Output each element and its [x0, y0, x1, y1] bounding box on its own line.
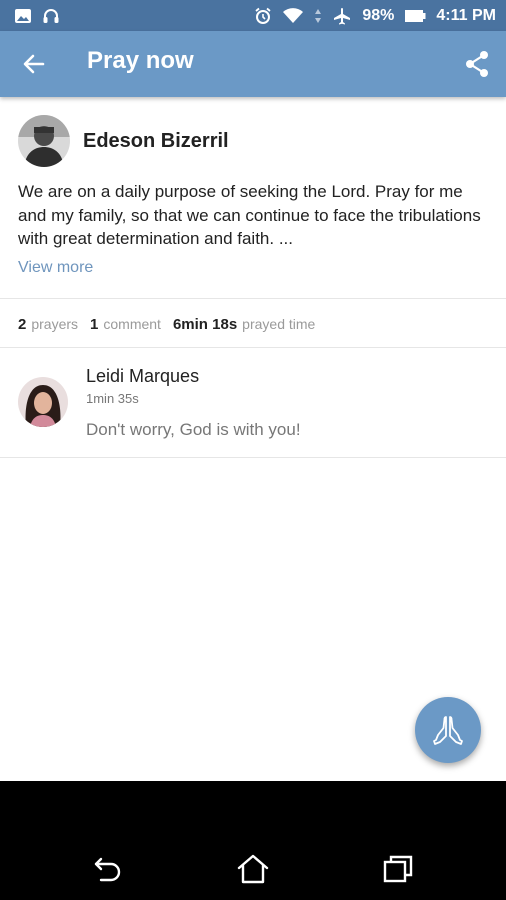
- prayers-count: 2: [18, 316, 27, 333]
- prayed-time-value: 6min 18s: [172, 316, 238, 333]
- comment-text: Don't worry, God is with you!: [86, 420, 301, 439]
- nav-home-button[interactable]: [236, 853, 270, 890]
- airplane-icon: [332, 7, 352, 25]
- praying-hands-icon: [433, 716, 463, 745]
- comments-count: 1: [90, 316, 99, 333]
- prayer-request-text: We are on a daily purpose of seeking the…: [18, 182, 481, 248]
- author-name[interactable]: Edeson Bizerril: [83, 130, 229, 153]
- comments-label: comment: [103, 316, 161, 332]
- back-button[interactable]: [22, 52, 46, 76]
- divider: [0, 347, 506, 348]
- comment-item: Leidi Marques 1min 35s Don't worry, God …: [0, 349, 506, 457]
- prayer-stats: 2 prayers 1 comment 6min 18s prayed time: [18, 316, 315, 333]
- status-bar-right: 98% 4:11 PM: [254, 7, 496, 25]
- nav-recents-button[interactable]: [382, 853, 414, 890]
- arrow-left-icon: [23, 54, 45, 74]
- author-photo: [18, 115, 70, 167]
- view-more-link[interactable]: View more: [18, 259, 93, 277]
- wifi-icon: [282, 7, 304, 24]
- alarm-icon: [254, 7, 272, 25]
- status-bar: 98% 4:11 PM: [0, 0, 506, 31]
- post-header: Edeson Bizerril: [18, 114, 229, 168]
- prayers-label: prayers: [31, 316, 79, 332]
- commenter-photo: [18, 377, 68, 427]
- clock: 4:11 PM: [436, 6, 496, 24]
- app-toolbar: Pray now: [0, 31, 506, 97]
- home-nav-icon: [237, 854, 269, 884]
- share-button[interactable]: [464, 50, 490, 78]
- recents-nav-icon: [383, 855, 413, 883]
- pray-button[interactable]: [415, 697, 481, 763]
- nav-back-button[interactable]: [92, 853, 124, 890]
- data-arrows-icon: [314, 8, 322, 24]
- status-bar-left: [14, 8, 60, 24]
- comment-time: 1min 35s: [86, 391, 139, 406]
- commenter-avatar[interactable]: [18, 377, 68, 427]
- author-avatar[interactable]: [18, 115, 70, 167]
- system-nav-bar: [0, 781, 506, 900]
- page-title: Pray now: [87, 47, 194, 74]
- battery-percent: 98%: [362, 6, 395, 24]
- divider: [0, 298, 506, 299]
- image-icon: [14, 8, 32, 24]
- divider: [0, 457, 506, 458]
- commenter-name[interactable]: Leidi Marques: [86, 366, 199, 387]
- back-nav-icon: [94, 857, 121, 882]
- share-icon: [466, 51, 488, 77]
- prayed-time-label: prayed time: [242, 316, 316, 332]
- headset-icon: [42, 8, 60, 24]
- battery-icon: [404, 9, 426, 23]
